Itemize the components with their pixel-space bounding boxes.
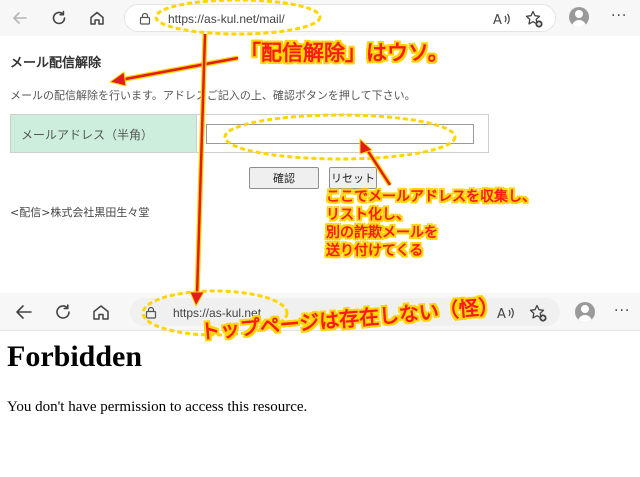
arrow-to-title bbox=[108, 55, 239, 87]
add-favorite-icon[interactable] bbox=[523, 8, 545, 30]
top-browser-toolbar: https://as-kul.net/mail/ A ··· bbox=[0, 0, 640, 36]
svg-text:A: A bbox=[493, 13, 502, 28]
forbidden-title: Forbidden bbox=[7, 340, 143, 373]
forbidden-message: You don't have permission to access this… bbox=[7, 399, 308, 415]
back-arrow-icon[interactable] bbox=[9, 7, 31, 29]
email-input[interactable] bbox=[206, 124, 474, 144]
reset-button[interactable]: リセット bbox=[329, 167, 377, 189]
sender-footer: <配信>株式会社黒田生々堂 bbox=[10, 206, 150, 219]
add-favorite-icon[interactable] bbox=[527, 302, 549, 324]
confirm-button[interactable]: 確認 bbox=[249, 167, 319, 189]
annotation-harvest-note: ここでメールアドレスを収集し、 リスト化し、 別の詐欺メールを 送り付けてくる bbox=[326, 189, 536, 259]
lock-icon[interactable] bbox=[139, 12, 151, 25]
more-menu-icon[interactable]: ··· bbox=[614, 303, 630, 319]
arrow-url-to-top-page bbox=[189, 33, 208, 308]
email-label: メールアドレス（半角） bbox=[21, 128, 154, 142]
back-arrow-icon[interactable] bbox=[13, 301, 35, 323]
home-icon[interactable] bbox=[86, 7, 108, 29]
read-aloud-icon[interactable]: A bbox=[491, 8, 513, 30]
email-form-row: メールアドレス（半角） bbox=[10, 114, 489, 153]
url-text: https://as-kul.net/mail/ bbox=[168, 12, 285, 26]
profile-avatar-icon[interactable] bbox=[575, 302, 595, 322]
email-label-cell: メールアドレス（半角） bbox=[11, 115, 197, 152]
page-description: メールの配信解除を行います。アドレスご記入の上、確認ボタンを押して下さい。 bbox=[10, 89, 416, 102]
page-title: メール配信解除 bbox=[10, 56, 102, 71]
refresh-icon[interactable] bbox=[52, 301, 74, 323]
lock-icon[interactable] bbox=[145, 306, 157, 319]
more-menu-icon[interactable]: ··· bbox=[611, 8, 627, 24]
home-icon[interactable] bbox=[90, 301, 112, 323]
annotation-fake-unsubscribe: 「配信解除」はウソ。 bbox=[240, 41, 449, 65]
refresh-icon[interactable] bbox=[48, 7, 70, 29]
profile-avatar-icon[interactable] bbox=[569, 7, 589, 27]
